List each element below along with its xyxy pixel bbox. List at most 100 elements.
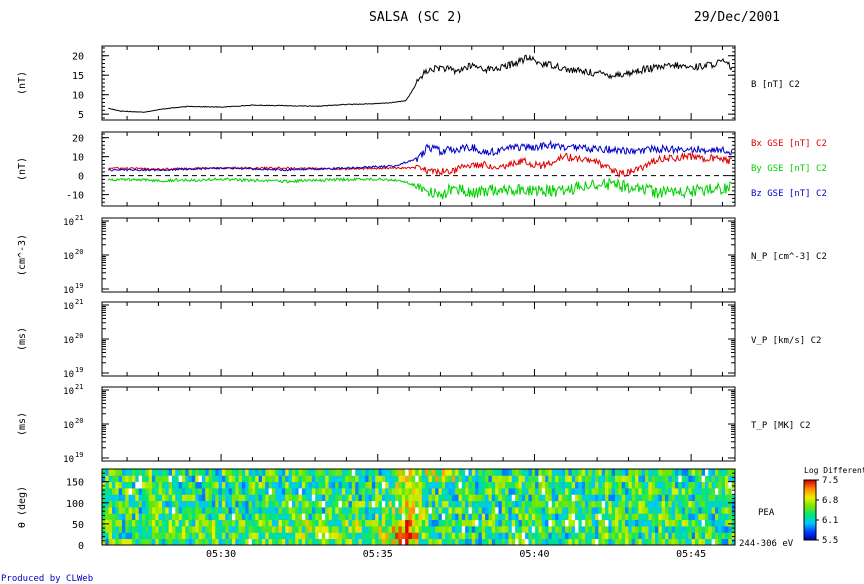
heatmap-cell bbox=[385, 494, 389, 502]
heatmap-cell bbox=[455, 488, 459, 495]
heatmap-cell bbox=[561, 519, 566, 527]
heatmap-cell bbox=[235, 507, 239, 514]
y-tick-label: 20 bbox=[72, 134, 84, 145]
heatmap-cell bbox=[211, 475, 216, 483]
heatmap-cell bbox=[661, 538, 666, 546]
heatmap-cell bbox=[681, 500, 686, 508]
heatmap-cell bbox=[681, 507, 686, 514]
heatmap-cell bbox=[678, 494, 683, 502]
heatmap-cell bbox=[531, 488, 536, 495]
heatmap-cell bbox=[448, 507, 453, 514]
heatmap-cell bbox=[131, 532, 136, 540]
heatmap-cell bbox=[118, 532, 123, 540]
heatmap-cell bbox=[685, 532, 689, 540]
heatmap-cell bbox=[301, 500, 306, 508]
heatmap-cell bbox=[521, 538, 526, 546]
heatmap-cell bbox=[395, 500, 399, 508]
heatmap-cell bbox=[618, 469, 623, 476]
heatmap-cell bbox=[491, 526, 496, 533]
heatmap-cell bbox=[358, 488, 363, 495]
heatmap-cell bbox=[665, 538, 669, 546]
heatmap-cell bbox=[578, 526, 583, 533]
heatmap-cell bbox=[525, 538, 529, 546]
heatmap-cell bbox=[491, 500, 496, 508]
heatmap-cell bbox=[635, 507, 639, 514]
heatmap-cell bbox=[321, 475, 326, 483]
heatmap-cell bbox=[238, 532, 243, 540]
heatmap-cell bbox=[298, 500, 303, 508]
heatmap-cell bbox=[488, 481, 493, 489]
heatmap-cell bbox=[211, 488, 216, 495]
heatmap-cell bbox=[431, 469, 436, 476]
heatmap-cell bbox=[488, 475, 493, 483]
heatmap-cell bbox=[138, 513, 143, 521]
heatmap-cell bbox=[335, 481, 339, 489]
heatmap-cell bbox=[611, 526, 616, 533]
heatmap-cell bbox=[121, 469, 126, 476]
heatmap-cell bbox=[185, 519, 190, 527]
heatmap-cell bbox=[418, 481, 423, 489]
heatmap-cell bbox=[125, 481, 130, 489]
heatmap-cell bbox=[668, 532, 673, 540]
heatmap-cell bbox=[365, 532, 369, 540]
heatmap-cell bbox=[385, 488, 389, 495]
heatmap-cell bbox=[175, 475, 180, 483]
heatmap-cell bbox=[368, 538, 373, 546]
heatmap-cell bbox=[528, 507, 533, 514]
heatmap-cell bbox=[278, 538, 283, 546]
heatmap-cell bbox=[388, 526, 393, 533]
heatmap-cell bbox=[171, 532, 176, 540]
heatmap-cell bbox=[285, 507, 289, 514]
heatmap-cell bbox=[505, 532, 509, 540]
heatmap-cell bbox=[421, 519, 426, 527]
heatmap-cell bbox=[335, 519, 339, 527]
heatmap-cell bbox=[618, 519, 623, 527]
heatmap-cell bbox=[258, 526, 263, 533]
heatmap-cell bbox=[561, 507, 566, 514]
heatmap-cell bbox=[708, 488, 713, 495]
heatmap-cell bbox=[198, 532, 203, 540]
heatmap-cell bbox=[528, 532, 533, 540]
credit-link[interactable]: Produced by CLWeb bbox=[1, 574, 93, 584]
heatmap-cell bbox=[145, 513, 150, 521]
heatmap-cell bbox=[275, 532, 279, 540]
heatmap-cell bbox=[425, 532, 429, 540]
y-tick-exponent: 21 bbox=[75, 214, 83, 222]
heatmap-cell bbox=[205, 488, 210, 495]
heatmap-cell bbox=[431, 526, 436, 533]
heatmap-cell bbox=[521, 519, 526, 527]
heatmap-cell bbox=[728, 519, 733, 527]
heatmap-cell bbox=[688, 481, 693, 489]
heatmap-cell bbox=[158, 526, 163, 533]
heatmap-cell bbox=[198, 538, 203, 546]
heatmap-cell bbox=[102, 475, 106, 483]
heatmap-cell bbox=[718, 481, 723, 489]
heatmap-cell bbox=[668, 507, 673, 514]
heatmap-cell bbox=[118, 494, 123, 502]
heatmap-cell bbox=[275, 481, 279, 489]
heatmap-cell bbox=[478, 475, 483, 483]
heatmap-cell bbox=[701, 526, 706, 533]
heatmap-cell bbox=[255, 507, 259, 514]
heatmap-cell bbox=[621, 538, 626, 546]
heatmap-cell bbox=[591, 519, 596, 527]
heatmap-cell bbox=[381, 475, 386, 483]
heatmap-cell bbox=[155, 526, 160, 533]
heatmap-cell bbox=[308, 507, 313, 514]
heatmap-cell bbox=[541, 526, 546, 533]
heatmap-cell bbox=[331, 532, 336, 540]
heatmap-cell bbox=[555, 488, 559, 495]
heatmap-cell bbox=[631, 513, 636, 521]
heatmap-cell bbox=[111, 494, 116, 502]
heatmap-cell bbox=[718, 538, 723, 546]
panel-frame bbox=[101, 386, 736, 462]
heatmap-cell bbox=[165, 500, 170, 508]
heatmap-cell bbox=[708, 500, 713, 508]
heatmap-cell bbox=[405, 513, 409, 521]
heatmap-cell bbox=[598, 475, 603, 483]
heatmap-cell bbox=[351, 513, 356, 521]
heatmap-cell bbox=[645, 513, 649, 521]
heatmap-cell bbox=[505, 513, 509, 521]
heatmap-cell bbox=[228, 526, 233, 533]
heatmap-cell bbox=[611, 507, 616, 514]
